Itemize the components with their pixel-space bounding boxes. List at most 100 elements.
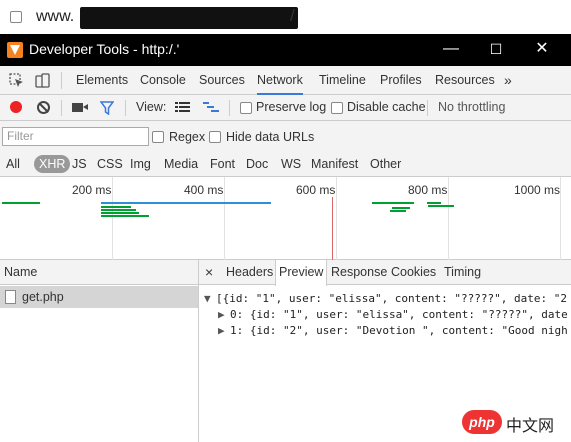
type-filter-all[interactable]: All: [6, 155, 20, 173]
timeline-tick-label: 400 ms: [184, 183, 224, 197]
toolbar-separator: [61, 100, 62, 116]
tab-cookies[interactable]: Cookies: [388, 260, 439, 285]
request-bar: [101, 206, 131, 208]
timeline-gridline: [336, 177, 337, 260]
network-toolbar: View: Preserve log Disable cache No thro…: [0, 95, 571, 121]
timeline-tick-label: 800 ms: [408, 183, 448, 197]
expand-arrow-icon[interactable]: ▶: [218, 324, 225, 337]
record-icon[interactable]: [10, 101, 22, 113]
tabbar-separator: [61, 72, 62, 89]
window-title: Developer Tools - http:/.': [29, 41, 180, 57]
timeline-tick-label: 1000 ms: [514, 183, 561, 197]
request-bar: [101, 209, 136, 211]
preview-item-line: 0: {id: "1", user: "elissa", content: "?…: [230, 308, 568, 321]
tab-resources[interactable]: Resources: [435, 66, 495, 95]
tab-network[interactable]: Network: [257, 66, 303, 95]
tab-profiles[interactable]: Profiles: [380, 66, 422, 95]
toolbar-separator: [229, 100, 230, 116]
request-bar: [2, 202, 40, 204]
detail-tabbar: × Headers Preview Response Cookies Timin…: [199, 260, 571, 286]
file-icon: [5, 290, 16, 304]
type-filter-other[interactable]: Other: [370, 155, 401, 173]
timeline-gridline: [112, 177, 113, 260]
disable-cache-checkbox[interactable]: [331, 102, 343, 114]
expand-arrow-icon[interactable]: ▶: [218, 308, 225, 321]
type-filter-doc[interactable]: Doc: [246, 155, 268, 173]
type-filter-manifest[interactable]: Manifest: [311, 155, 358, 173]
watermark-badge: php: [462, 410, 502, 434]
page-icon: [10, 11, 22, 23]
timeline-gridline: [224, 177, 225, 260]
request-bar: [101, 202, 271, 204]
screenshot-camera-icon[interactable]: [72, 103, 88, 112]
load-event-marker: [332, 197, 333, 260]
inspect-element-icon[interactable]: [9, 73, 24, 88]
tab-response[interactable]: Response: [328, 260, 390, 285]
url-suffix: /: [290, 6, 295, 25]
tab-headers[interactable]: Headers: [223, 260, 276, 285]
url-prefix: www.: [36, 8, 75, 25]
type-filter-ws[interactable]: WS: [281, 155, 301, 173]
redacted-url: [80, 7, 298, 29]
request-bar: [101, 212, 139, 214]
close-button[interactable]: ✕: [527, 38, 557, 60]
list-view-icon[interactable]: [175, 101, 190, 114]
devtools-app-icon: [7, 42, 23, 58]
request-bar: [427, 202, 441, 204]
redacted-title: [188, 42, 228, 56]
type-filter-css[interactable]: CSS: [97, 155, 123, 173]
browser-address-strip: www. /: [0, 0, 571, 34]
timeline-gridline: [448, 177, 449, 260]
tab-preview[interactable]: Preview: [275, 260, 328, 286]
request-bar: [101, 215, 149, 217]
type-filter-xhr[interactable]: XHR: [34, 155, 71, 173]
tab-sources[interactable]: Sources: [199, 66, 245, 95]
regex-checkbox[interactable]: [152, 131, 164, 143]
maximize-button[interactable]: ☐: [481, 38, 511, 60]
type-filter-media[interactable]: Media: [164, 155, 198, 173]
close-detail-icon[interactable]: ×: [205, 265, 213, 279]
filter-input[interactable]: Filter: [2, 127, 149, 146]
clear-icon[interactable]: [37, 101, 50, 114]
tab-timing[interactable]: Timing: [441, 260, 484, 285]
tab-console[interactable]: Console: [140, 66, 186, 95]
disable-cache-label: Disable cache: [347, 100, 426, 114]
type-filter-img[interactable]: Img: [130, 155, 151, 173]
panel-tabbar: Elements Console Sources Network Timelin…: [0, 66, 571, 95]
preserve-log-checkbox[interactable]: [240, 102, 252, 114]
preview-root-line: [{id: "1", user: "elissa", content: "???…: [216, 292, 567, 305]
type-filter-font[interactable]: Font: [210, 155, 235, 173]
hide-data-urls-label: Hide data URLs: [226, 130, 315, 144]
more-tabs-button[interactable]: »: [504, 66, 512, 95]
site-watermark: php 中文网: [462, 410, 570, 438]
device-mode-icon[interactable]: [35, 73, 50, 88]
throttling-select[interactable]: No throttling: [438, 100, 505, 114]
request-bar: [390, 210, 406, 212]
tab-elements[interactable]: Elements: [76, 66, 128, 95]
collapse-arrow-icon[interactable]: ▼: [204, 292, 211, 305]
timeline-gridline: [560, 177, 561, 260]
toolbar-separator: [427, 100, 428, 116]
type-filter-js[interactable]: JS: [72, 155, 87, 173]
preserve-log-label: Preserve log: [256, 100, 327, 114]
view-label: View:: [136, 100, 167, 114]
network-overview-timeline[interactable]: 200 ms 400 ms 600 ms 800 ms 1000 ms: [0, 177, 571, 260]
regex-label: Regex: [169, 130, 206, 144]
request-bar: [372, 202, 414, 204]
request-name: get.php: [22, 290, 64, 304]
toolbar-separator: [125, 100, 126, 116]
tab-timeline[interactable]: Timeline: [319, 66, 366, 95]
filter-funnel-icon[interactable]: [100, 101, 114, 115]
request-list: Name get.php: [0, 260, 199, 442]
waterfall-view-icon[interactable]: [203, 101, 219, 114]
timeline-tick-label: 200 ms: [72, 183, 112, 197]
timeline-tick-label: 600 ms: [296, 183, 336, 197]
preview-item-line: 1: {id: "2", user: "Devotion ", content:…: [230, 324, 568, 337]
request-row[interactable]: get.php: [0, 286, 198, 308]
hide-data-urls-checkbox[interactable]: [209, 131, 221, 143]
filter-row: Filter Regex Hide data URLs: [0, 121, 571, 148]
name-column-header[interactable]: Name: [0, 260, 198, 285]
watermark-site: 中文网: [506, 418, 555, 435]
resource-type-filters: All XHR JS CSS Img Media Font Doc WS Man…: [0, 148, 571, 177]
minimize-button[interactable]: —: [436, 38, 466, 60]
